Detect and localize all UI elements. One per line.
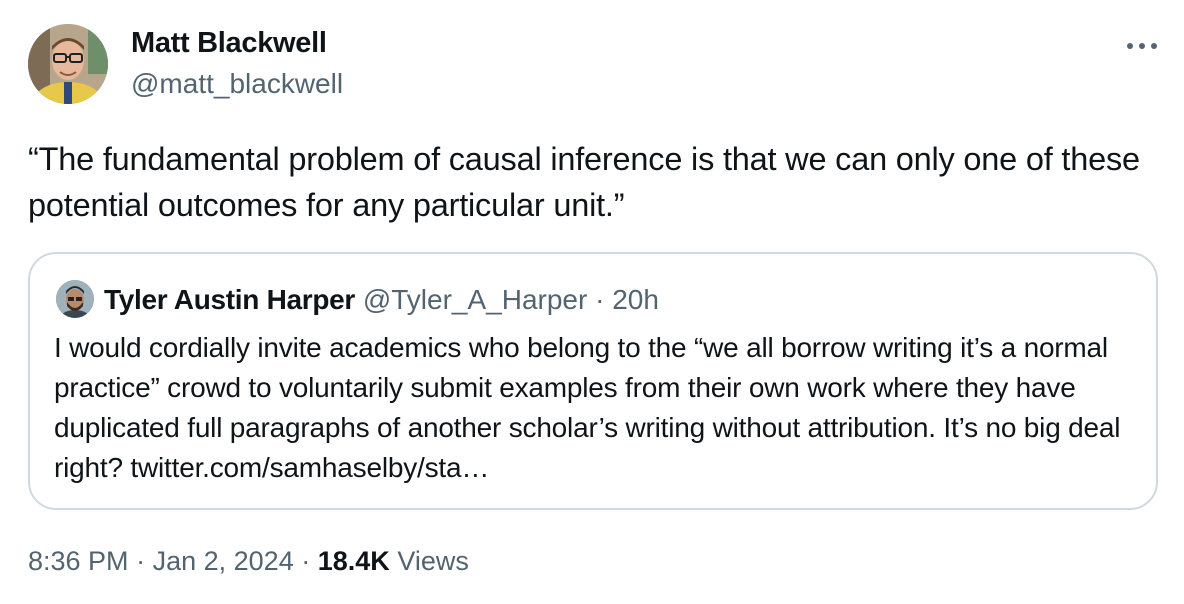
quoted-tweet-text: I would cordially invite academics who b… xyxy=(54,332,1121,483)
quoted-author-handle[interactable]: @Tyler_A_Harper xyxy=(363,284,588,315)
quoted-separator: · xyxy=(595,284,605,315)
views-label: Views xyxy=(397,546,469,576)
author-handle[interactable]: @matt_blackwell xyxy=(131,68,343,100)
footer-separator: · xyxy=(136,546,146,576)
more-horizontal-icon xyxy=(1126,37,1158,55)
tweet-text: “The fundamental problem of causal infer… xyxy=(28,141,1140,223)
tweet: Matt Blackwell @matt_blackwell “The fund… xyxy=(0,0,1184,604)
tweet-date[interactable]: Jan 2, 2024 xyxy=(153,546,294,576)
footer-separator: · xyxy=(301,546,311,576)
quoted-tweet-card[interactable]: Tyler Austin Harper @Tyler_A_Harper · 20… xyxy=(28,252,1158,510)
views-count: 18.4K xyxy=(317,546,390,576)
tweet-footer: 8:36 PM · Jan 2, 2024 · 18.4K Views xyxy=(28,546,469,577)
quoted-author-avatar[interactable] xyxy=(56,280,94,318)
quoted-time[interactable]: 20h xyxy=(612,284,659,315)
author-name[interactable]: Matt Blackwell xyxy=(131,27,327,60)
more-options-button[interactable] xyxy=(1120,28,1164,64)
author-avatar[interactable] xyxy=(28,24,108,104)
tweet-time[interactable]: 8:36 PM xyxy=(28,546,129,576)
quoted-tweet-header: Tyler Austin Harper @Tyler_A_Harper · 20… xyxy=(104,282,659,318)
quoted-author-name[interactable]: Tyler Austin Harper xyxy=(104,284,355,315)
